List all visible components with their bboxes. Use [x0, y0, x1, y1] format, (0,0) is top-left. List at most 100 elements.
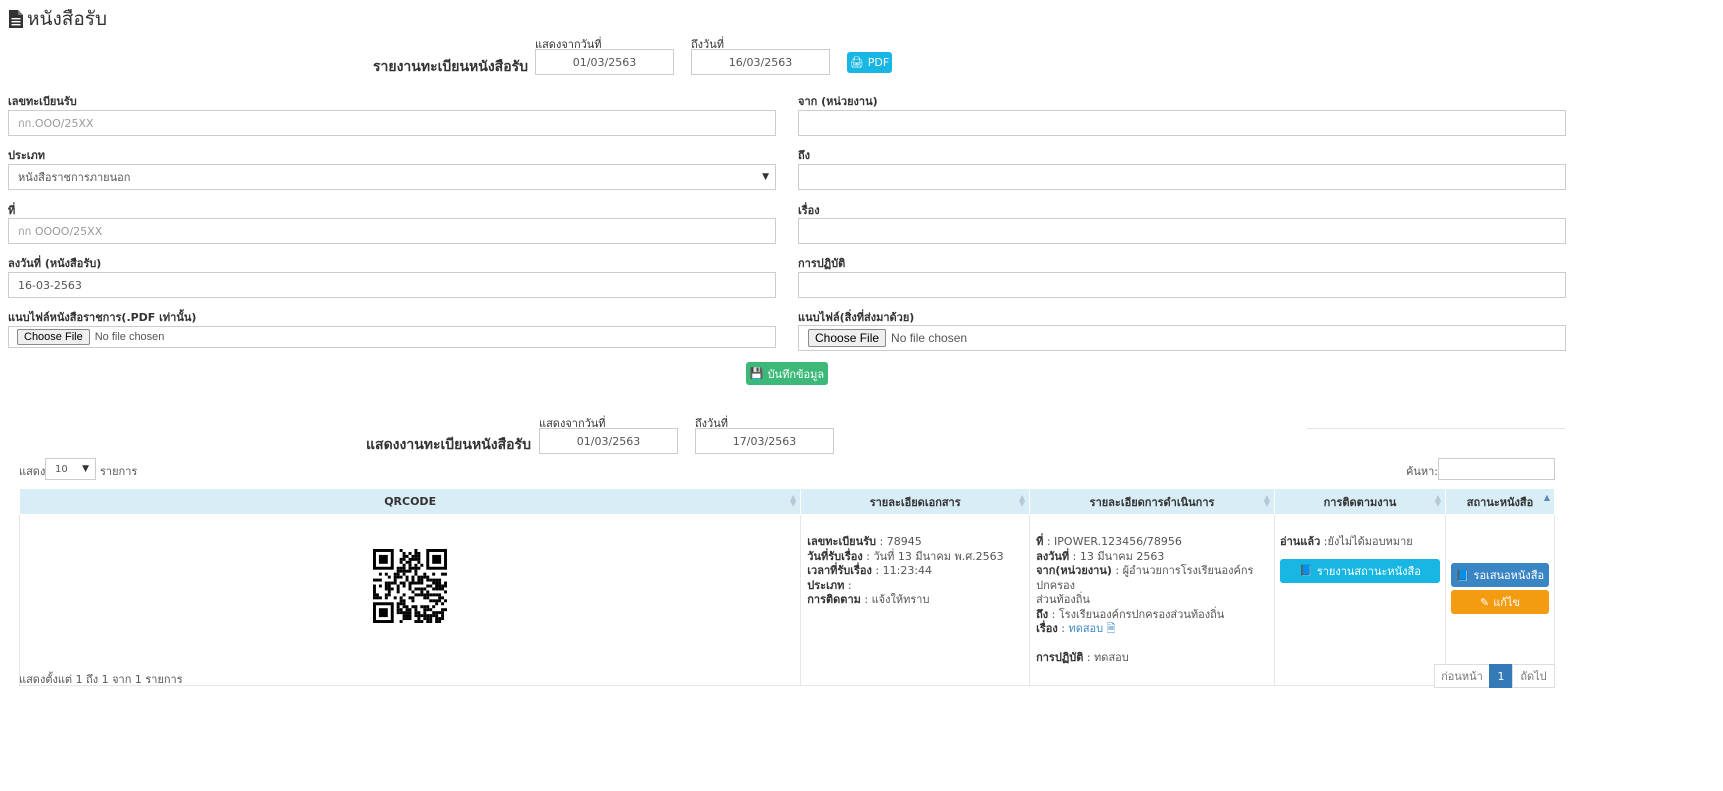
show-label: แสดง [19, 465, 46, 478]
proc-action-value: : ทดสอบ [1083, 650, 1129, 664]
records-table: QRCODE ▲ ▼ รายละเอียดเอกสาร ▲ ▼ รายละเอียดกา… [18, 488, 1556, 686]
col-tracking-label: การติดตามงาน [1323, 495, 1397, 509]
col-doc-detail[interactable]: รายละเอียดเอกสาร ▲ ▼ [800, 488, 1031, 515]
pdf-button[interactable]: 🖨 PDF [847, 52, 892, 73]
proc-action: การปฏิบัติ : ทดสอบ [1036, 651, 1268, 666]
subject-link[interactable]: ทดสอบ [1068, 622, 1103, 635]
listing-to-date-input[interactable]: 17/03/2563 [695, 428, 834, 454]
sort-asc-icon: ▲ [1543, 493, 1550, 502]
proc-from: จาก(หน่วยงาน) : ผู้อำนวยการโรงเรียนองค์ก… [1036, 564, 1268, 593]
doc-recv-time-key: เวลาที่รับเรื่อง [807, 564, 872, 577]
status-report-button-label: รายงานสถานะหนังสือ [1316, 564, 1421, 578]
report-from-date-value: 01/03/2563 [572, 55, 637, 69]
edit-button-label: แก้ไข [1493, 596, 1520, 609]
pdf-button-label: PDF [867, 56, 890, 69]
pager-next-button[interactable]: ถัดไป [1512, 664, 1555, 688]
ref-no-input[interactable]: กก OOOO/25XX [8, 218, 776, 244]
table-header-row: QRCODE ▲ ▼ รายละเอียดเอกสาร ▲ ▼ รายละเอียดกา… [18, 488, 1556, 515]
reg-no-label: เลขทะเบียนรับ [8, 95, 77, 108]
report-to-date-value: 16/03/2563 [728, 55, 793, 69]
action-input[interactable] [798, 272, 1566, 298]
col-proc-detail[interactable]: รายละเอียดการดำเนินการ ▲ ▼ [1029, 488, 1275, 515]
book-icon: 📘 [1455, 568, 1470, 582]
read-status-key: อ่านแล้ว [1279, 535, 1321, 548]
doc-date-input[interactable]: 16-03-2563 [8, 272, 776, 298]
pending-submit-button-label: รอเสนอหนังสือ [1473, 569, 1545, 582]
doc-type: ประเภท : [807, 579, 1023, 594]
pager-page-1[interactable]: 1 [1489, 664, 1513, 688]
listing-from-date-input[interactable]: 01/03/2563 [539, 428, 678, 454]
read-status-value: :ยังไม่ได้มอบหมาย [1320, 535, 1413, 548]
reg-no-input[interactable]: กก.OOO/25XX [8, 110, 776, 136]
proc-date-key: ลงวันที่ [1036, 549, 1070, 563]
tracking-cell: อ่านแล้ว :ยังไม่ได้มอบหมาย 📘 รายงานสถานะ… [1273, 514, 1446, 686]
doc-reg-no-value: : 78945 [876, 535, 922, 548]
save-button[interactable]: 💾 บันทึกข้อมูล [746, 362, 828, 385]
page-size-select[interactable]: 10 ▼ [45, 458, 96, 480]
save-button-label: บันทึกข้อมูล [767, 367, 825, 381]
subject-input[interactable] [798, 218, 1566, 244]
pending-submit-button[interactable]: 📘 รอเสนอหนังสือ [1450, 563, 1549, 587]
edit-button[interactable]: ✎ แก้ไข [1450, 590, 1549, 614]
proc-ref-no-value: : IPOWER.123456/78956 [1043, 535, 1182, 548]
doc-recv-date-key: วันที่รับเรื่อง [807, 549, 863, 563]
pdf-file-icon[interactable]: 🗎 [1107, 622, 1116, 635]
qr-code-image [373, 549, 447, 623]
caret-down-icon: ▼ [82, 464, 89, 474]
proc-subject-key: เรื่อง [1036, 622, 1058, 635]
proc-from-key: จาก(หน่วยงาน) [1036, 564, 1112, 577]
col-status[interactable]: สถานะหนังสือ ▲ [1444, 488, 1556, 515]
edit-icon: ✎ [1479, 595, 1490, 609]
doc-detail-cell: เลขทะเบียนรับ : 78945 วันที่รับเรื่อง : … [800, 514, 1031, 686]
doc-date-value: 16-03-2563 [18, 278, 82, 292]
report-from-date-input[interactable]: 01/03/2563 [535, 49, 674, 75]
file-attach-choose-button[interactable]: Choose File [808, 329, 887, 347]
type-select[interactable]: หนังสือราชการภายนอก ▼ [8, 164, 776, 190]
qrcode-cell [18, 514, 802, 686]
doc-reg-no: เลขทะเบียนรับ : 78945 [807, 535, 1023, 550]
col-proc-detail-label: รายละเอียดการดำเนินการ [1089, 495, 1215, 509]
doc-follow: การติดตาม : แจ้งให้ทราบ [807, 593, 1023, 608]
proc-action-key: การปฏิบัติ [1036, 650, 1084, 664]
pager-prev-button[interactable]: ก่อนหน้า [1434, 664, 1490, 688]
search-input[interactable] [1438, 458, 1555, 480]
from-agency-input[interactable] [798, 110, 1566, 136]
page-title: หนังสือรับ [8, 4, 107, 34]
page-title-text: หนังสือรับ [27, 8, 108, 30]
doc-follow-value: : แจ้งให้ทราบ [860, 593, 930, 606]
print-icon: 🖨 [849, 56, 864, 69]
status-report-button[interactable]: 📘 รายงานสถานะหนังสือ [1279, 558, 1440, 583]
col-tracking[interactable]: การติดตามงาน ▲ ▼ [1273, 488, 1446, 515]
col-qrcode[interactable]: QRCODE ▲ ▼ [18, 488, 802, 515]
to-input[interactable] [798, 164, 1566, 190]
report-to-date-input[interactable]: 16/03/2563 [691, 49, 830, 75]
items-label: รายการ [100, 465, 138, 478]
file-main-input[interactable]: Choose File No file chosen [8, 326, 776, 348]
subject-label: เรื่อง [798, 204, 820, 217]
listing-to-date-value: 17/03/2563 [732, 434, 797, 448]
sort-icon: ▲ ▼ [1018, 493, 1026, 508]
listing-title: แสดงงานทะเบียนหนังสือรับ [366, 437, 531, 453]
file-main-choose-button[interactable]: Choose File [17, 329, 90, 345]
doc-type-key: ประเภท [807, 578, 845, 592]
doc-recv-date: วันที่รับเรื่อง : วันที่ 13 มีนาคม พ.ศ.2… [807, 550, 1023, 565]
proc-subject-sep: : [1057, 622, 1069, 635]
col-qrcode-label: QRCODE [384, 495, 437, 508]
search-label: ค้นหา: [1406, 465, 1439, 478]
proc-date: ลงวันที่ : 13 มีนาคม 2563 [1036, 550, 1268, 565]
ref-no-label: ที่ [8, 204, 16, 217]
to-label: ถึง [798, 149, 811, 162]
proc-to-value: : โรงเรียนองค์กรปกครองส่วนท้องถิ่น [1048, 607, 1225, 621]
table-info: แสดงตั้งแต่ 1 ถึง 1 จาก 1 รายการ [19, 673, 183, 686]
document-icon [9, 10, 23, 28]
file-attach-input[interactable]: Choose File No file chosen [798, 325, 1566, 351]
file-main-status: No file chosen [94, 331, 165, 343]
book-icon: 📘 [1299, 564, 1313, 577]
col-doc-detail-label: รายละเอียดเอกสาร [869, 495, 961, 509]
col-status-label: สถานะหนังสือ [1466, 495, 1534, 509]
proc-to-key: ถึง [1036, 607, 1049, 621]
proc-detail-cell: ที่ : IPOWER.123456/78956 ลงวันที่ : 13 … [1029, 514, 1275, 686]
sort-icon: ▲ ▼ [790, 493, 797, 508]
action-label: การปฏิบัติ [798, 257, 846, 270]
doc-date-label: ลงวันที่ (หนังสือรับ) [8, 257, 102, 270]
